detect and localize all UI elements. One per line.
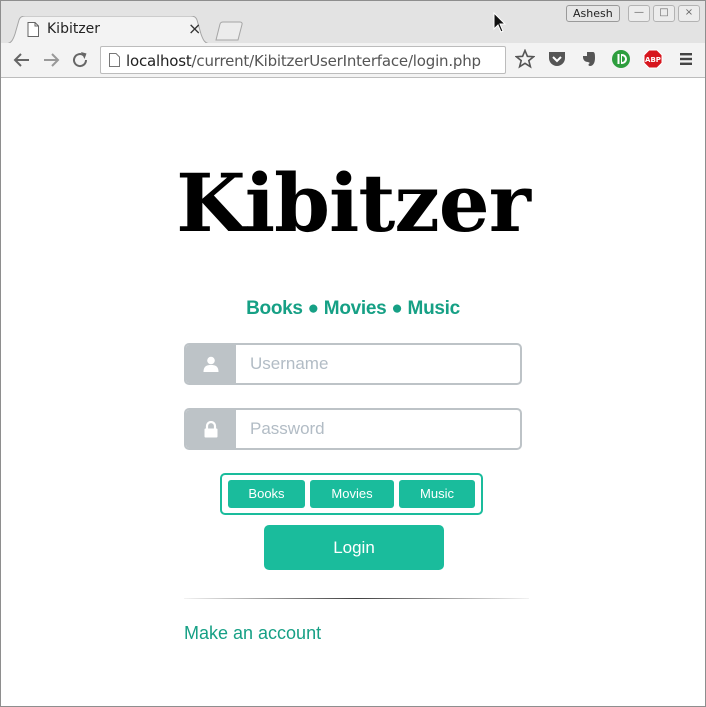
address-bar[interactable]: localhost/current/KibitzerUserInterface/… (100, 46, 506, 74)
back-arrow-icon[interactable] (13, 51, 31, 69)
profile-button[interactable]: Ashesh (566, 5, 620, 22)
ublock-icon[interactable] (611, 49, 631, 69)
pocket-icon[interactable] (547, 49, 567, 69)
reload-icon[interactable] (71, 51, 89, 69)
adblock-plus-icon[interactable]: ABP (643, 49, 663, 69)
make-account-link[interactable]: Make an account (184, 623, 321, 644)
password-input[interactable] (238, 410, 518, 448)
category-selector: Books Movies Music (220, 473, 483, 515)
password-group (184, 408, 522, 450)
login-button[interactable]: Login (264, 525, 444, 570)
category-music-button[interactable]: Music (399, 480, 475, 508)
category-books-button[interactable]: Books (228, 480, 305, 508)
password-addon (186, 410, 236, 448)
username-input[interactable] (238, 345, 518, 383)
tab-close-icon[interactable]: × (188, 20, 201, 38)
new-tab-button[interactable] (213, 21, 245, 41)
brand-logo: Kibitzer (176, 156, 531, 250)
url-text: localhost/current/KibitzerUserInterface/… (126, 52, 481, 70)
mouse-cursor-icon (493, 12, 507, 33)
page-content: Kibitzer Books ● Movies ● Music Books (1, 78, 705, 706)
adblock-label: ABP (645, 56, 661, 64)
page-icon (27, 22, 39, 37)
minimize-button[interactable]: — (628, 5, 650, 22)
lock-icon (204, 421, 218, 438)
category-movies-button[interactable]: Movies (310, 480, 394, 508)
username-addon (186, 345, 236, 383)
tagline: Books ● Movies ● Music (246, 298, 460, 319)
close-window-button[interactable]: × (678, 5, 700, 22)
divider (184, 598, 529, 599)
url-path: /current/KibitzerUserInterface/login.php (191, 52, 482, 70)
username-group (184, 343, 522, 385)
menu-hamburger-icon[interactable] (676, 49, 696, 69)
restore-button[interactable]: □ (653, 5, 675, 22)
tab-title: Kibitzer (47, 21, 101, 37)
url-host: localhost (126, 52, 192, 70)
page-info-icon (109, 53, 120, 67)
user-icon (203, 356, 219, 372)
browser-window: Kibitzer × Ashesh — □ × localhost/curren… (0, 0, 706, 707)
tab-strip: Kibitzer × Ashesh — □ × (1, 1, 705, 44)
forward-arrow-icon[interactable] (42, 51, 60, 69)
evernote-icon[interactable] (579, 49, 599, 69)
bookmark-star-icon[interactable] (515, 49, 535, 69)
browser-toolbar: localhost/current/KibitzerUserInterface/… (1, 43, 705, 78)
